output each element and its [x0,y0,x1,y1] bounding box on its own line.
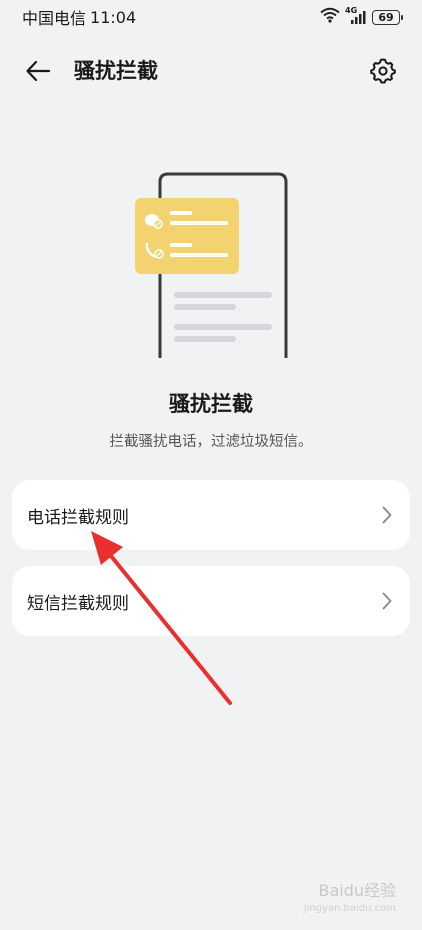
hero-subtitle: 拦截骚扰电话，过滤垃圾短信。 [109,434,313,450]
network-type: 4G [345,6,358,15]
call-blocking-rules-item[interactable]: 电话拦截规则 [12,480,410,550]
battery-icon: 69 [372,9,403,25]
watermark-url: jingyan.baidu.com [303,903,396,914]
battery-level: 69 [378,10,394,24]
carrier-name: 中国电信 [22,9,87,28]
gear-icon [370,58,396,84]
page-title: 骚扰拦截 [74,59,158,83]
chevron-right-icon [380,591,394,611]
settings-button[interactable] [368,56,398,86]
clock-time: 11:04 [90,7,137,27]
back-button[interactable] [22,56,54,86]
app-bar: 骚扰拦截 [0,48,422,94]
watermark-brand: Baidu经验 [318,881,396,900]
menu-item-label: 短信拦截规则 [27,593,129,614]
hero-title: 骚扰拦截 [169,392,253,416]
hero-illustration [130,170,290,360]
wifi-icon [320,7,340,27]
status-bar: 中国电信 11:04 4G 69 [0,0,422,34]
chevron-right-icon [380,505,394,525]
back-arrow-icon [26,60,51,82]
status-left: 中国电信 11:04 [22,5,136,29]
signal-icon: 4G [345,6,367,25]
status-right: 4G 69 [320,6,403,27]
sms-blocking-rules-item[interactable]: 短信拦截规则 [12,566,410,636]
watermark: Baidu经验 jingyan.baidu.com [304,882,396,918]
menu-item-label: 电话拦截规则 [27,507,129,528]
